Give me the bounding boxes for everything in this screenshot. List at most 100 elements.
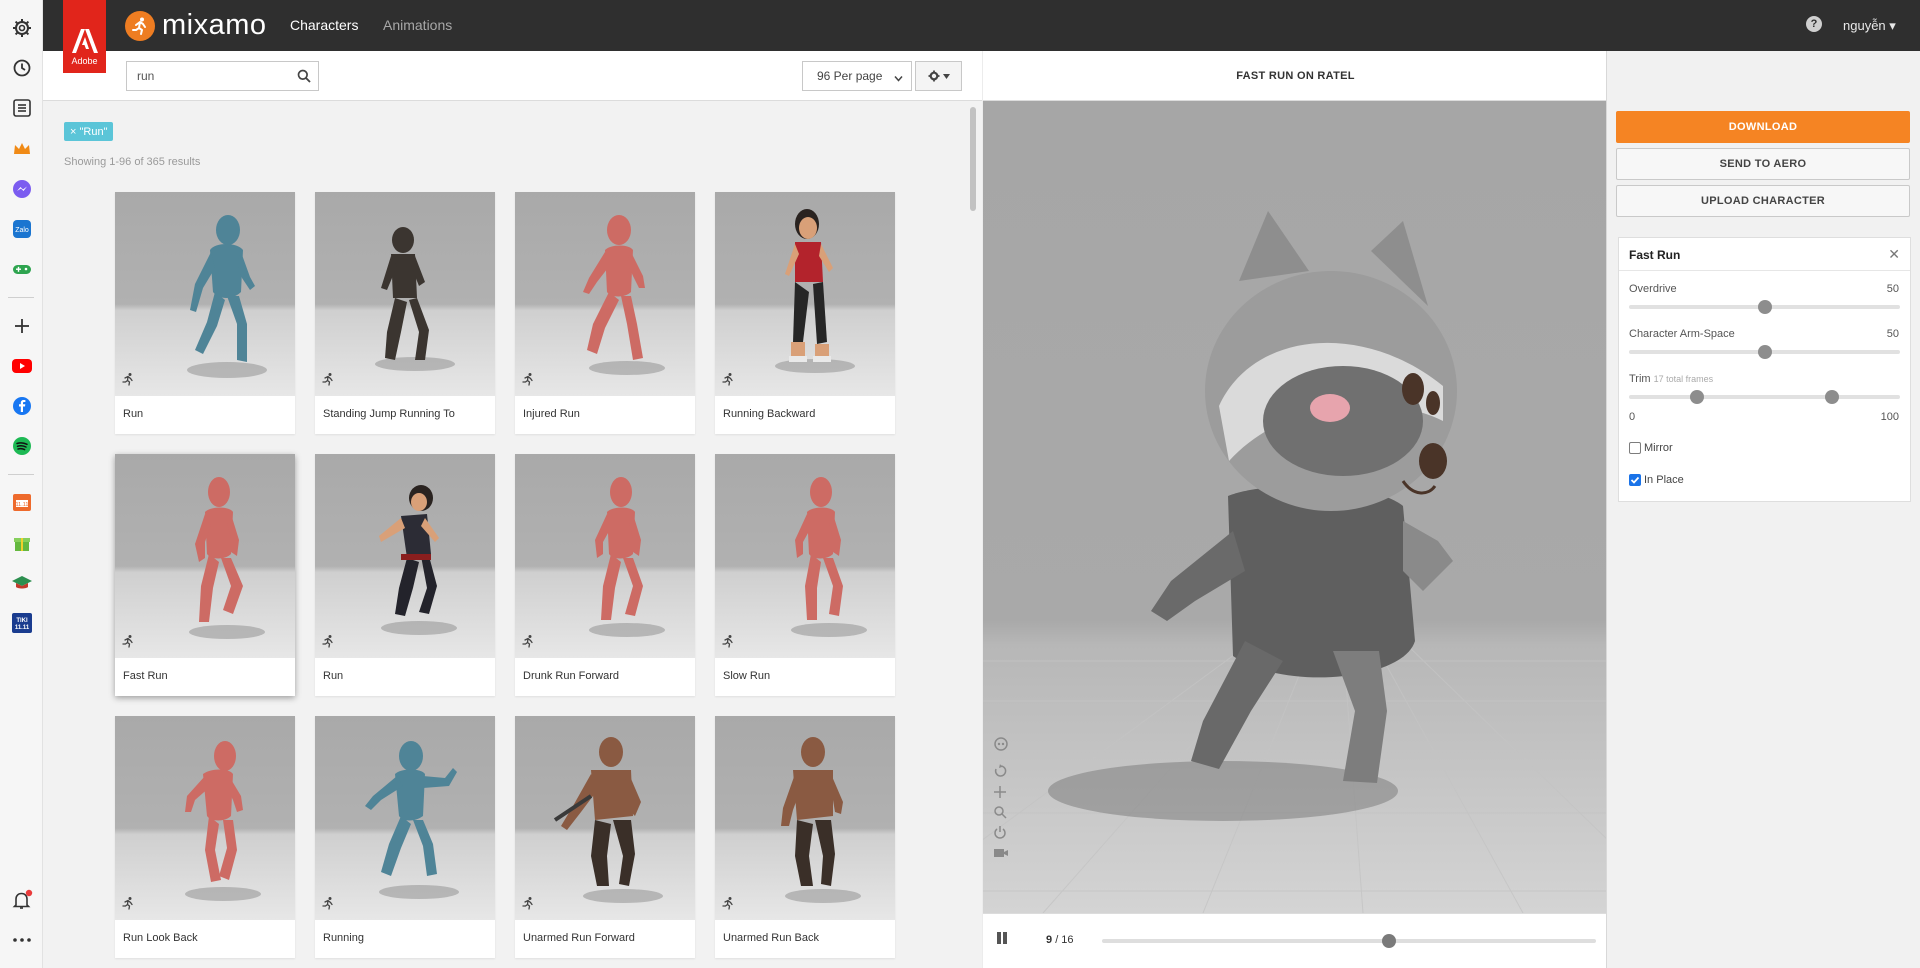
animation-thumbnail — [515, 454, 695, 658]
user-name: nguyễn — [1843, 18, 1886, 33]
trim-end-handle[interactable] — [1825, 390, 1840, 404]
facebook-icon[interactable] — [10, 394, 34, 418]
timeline-track[interactable] — [1102, 934, 1596, 948]
arm-space-slider[interactable] — [1629, 345, 1900, 359]
runner-icon — [721, 634, 735, 653]
nav-characters[interactable]: Characters — [290, 17, 358, 33]
scrollbar[interactable] — [968, 103, 978, 968]
animation-settings-card: Fast Run ✕ Overdrive 50 Character Arm-Sp… — [1618, 237, 1911, 502]
viewer-title: FAST RUN ON RATEL — [983, 51, 1608, 101]
skeleton-icon[interactable] — [993, 737, 1009, 758]
search-icon[interactable] — [297, 69, 311, 88]
overdrive-slider-handle[interactable] — [1757, 300, 1772, 314]
help-icon[interactable]: ? — [1806, 16, 1822, 32]
timeline-handle[interactable] — [1381, 934, 1396, 948]
caret-down-icon — [942, 73, 950, 79]
svg-text:TIKI: TIKI — [16, 618, 28, 624]
checkbox-box[interactable] — [1629, 474, 1641, 486]
animation-thumbnail — [115, 454, 295, 658]
runner-icon — [121, 372, 135, 391]
graduation-icon[interactable] — [10, 571, 34, 595]
mirror-checkbox[interactable]: Mirror — [1629, 442, 1673, 454]
search-input[interactable] — [127, 62, 287, 90]
runner-icon — [321, 896, 335, 915]
animation-card[interactable]: Run — [315, 454, 495, 696]
reading-list-icon[interactable] — [10, 96, 34, 120]
animation-card[interactable]: Injured Run — [515, 192, 695, 434]
animation-card[interactable]: Run — [115, 192, 295, 434]
add-icon[interactable] — [10, 314, 34, 338]
spotify-icon[interactable] — [10, 434, 34, 458]
animation-card[interactable]: Run Look Back — [115, 716, 295, 958]
upload-character-button[interactable]: UPLOAD CHARACTER — [1616, 185, 1910, 217]
3d-viewport[interactable] — [983, 101, 1606, 913]
close-icon[interactable]: ✕ — [1888, 246, 1900, 263]
view-settings-button[interactable] — [915, 61, 962, 91]
animation-name: Run — [323, 670, 344, 682]
animation-card[interactable]: Unarmed Run Forward — [515, 716, 695, 958]
camera-icon[interactable] — [993, 846, 1009, 864]
animation-name: Running Backward — [723, 408, 816, 420]
runner-icon — [721, 372, 735, 391]
download-button[interactable]: DOWNLOAD — [1616, 111, 1910, 143]
character-preview — [781, 737, 861, 903]
animation-card[interactable]: Unarmed Run Back — [715, 716, 895, 958]
more-icon[interactable] — [10, 928, 34, 952]
character-preview — [187, 215, 267, 378]
notifications-icon[interactable] — [10, 888, 34, 912]
pan-icon[interactable] — [993, 785, 1007, 804]
animation-card[interactable]: Running — [315, 716, 495, 958]
youtube-icon[interactable] — [10, 354, 34, 378]
runner-icon — [121, 896, 135, 915]
zoom-icon[interactable] — [993, 805, 1007, 824]
crown-icon[interactable] — [10, 137, 34, 161]
scrollbar-thumb[interactable] — [970, 107, 976, 211]
power-icon[interactable] — [993, 825, 1007, 844]
overdrive-slider[interactable] — [1629, 300, 1900, 314]
trim-min: 0 — [1629, 411, 1636, 423]
arm-space-slider-handle[interactable] — [1757, 345, 1772, 359]
adobe-a-icon — [71, 29, 98, 53]
animation-thumbnail — [715, 454, 895, 658]
runner-icon — [521, 896, 535, 915]
animation-card[interactable]: Slow Run — [715, 454, 895, 696]
animation-card[interactable]: Fast Run — [115, 454, 295, 696]
mixamo-logo[interactable]: mixamo — [125, 9, 267, 42]
in-place-checkbox[interactable]: In Place — [1629, 474, 1684, 486]
gift-icon[interactable] — [10, 531, 34, 555]
sidebar-divider — [8, 474, 34, 475]
svg-text:11.11: 11.11 — [16, 502, 29, 508]
animation-name: Injured Run — [523, 408, 580, 420]
animation-name: Unarmed Run Back — [723, 932, 819, 944]
messenger-icon[interactable] — [10, 177, 34, 201]
user-menu[interactable]: nguyễn ▾ — [1843, 18, 1896, 34]
per-page-value: 96 Per page — [817, 69, 883, 83]
settings-icon[interactable] — [10, 16, 34, 40]
animation-card[interactable]: Drunk Run Forward — [515, 454, 695, 696]
animation-thumbnail — [715, 192, 895, 396]
frame-current: 9 — [1046, 934, 1053, 946]
shopping-bag-icon[interactable]: 11.11 — [10, 490, 34, 514]
trim-slider[interactable] — [1629, 390, 1900, 404]
trim-start-handle[interactable] — [1689, 390, 1704, 404]
pause-icon[interactable] — [995, 931, 1009, 950]
runner-logo-icon — [125, 10, 155, 41]
nav-animations[interactable]: Animations — [383, 17, 452, 33]
history-icon[interactable] — [10, 56, 34, 80]
animation-card[interactable]: Standing Jump Running To — [315, 192, 495, 434]
adobe-logo[interactable]: Adobe — [63, 0, 106, 73]
reset-view-icon[interactable] — [993, 764, 1007, 783]
tiki-icon[interactable]: TIKI 11.11 — [10, 611, 34, 635]
checkbox-box[interactable] — [1629, 442, 1641, 454]
animation-card[interactable]: Running Backward — [715, 192, 895, 434]
gamepad-icon[interactable] — [10, 257, 34, 281]
per-page-select[interactable]: 96 Per page — [802, 61, 912, 91]
filter-tag-run[interactable]: × "Run" — [64, 122, 114, 141]
character-3d-preview — [983, 211, 1606, 913]
settings-title: Fast Run — [1629, 248, 1681, 262]
animation-name: Fast Run — [123, 670, 168, 682]
trim-label: Trim 17 total frames — [1629, 373, 1713, 385]
zalo-icon[interactable]: Zalo — [10, 217, 34, 241]
send-to-aero-button[interactable]: SEND TO AERO — [1616, 148, 1910, 180]
playback-bar: 9 / 16 — [983, 913, 1606, 968]
